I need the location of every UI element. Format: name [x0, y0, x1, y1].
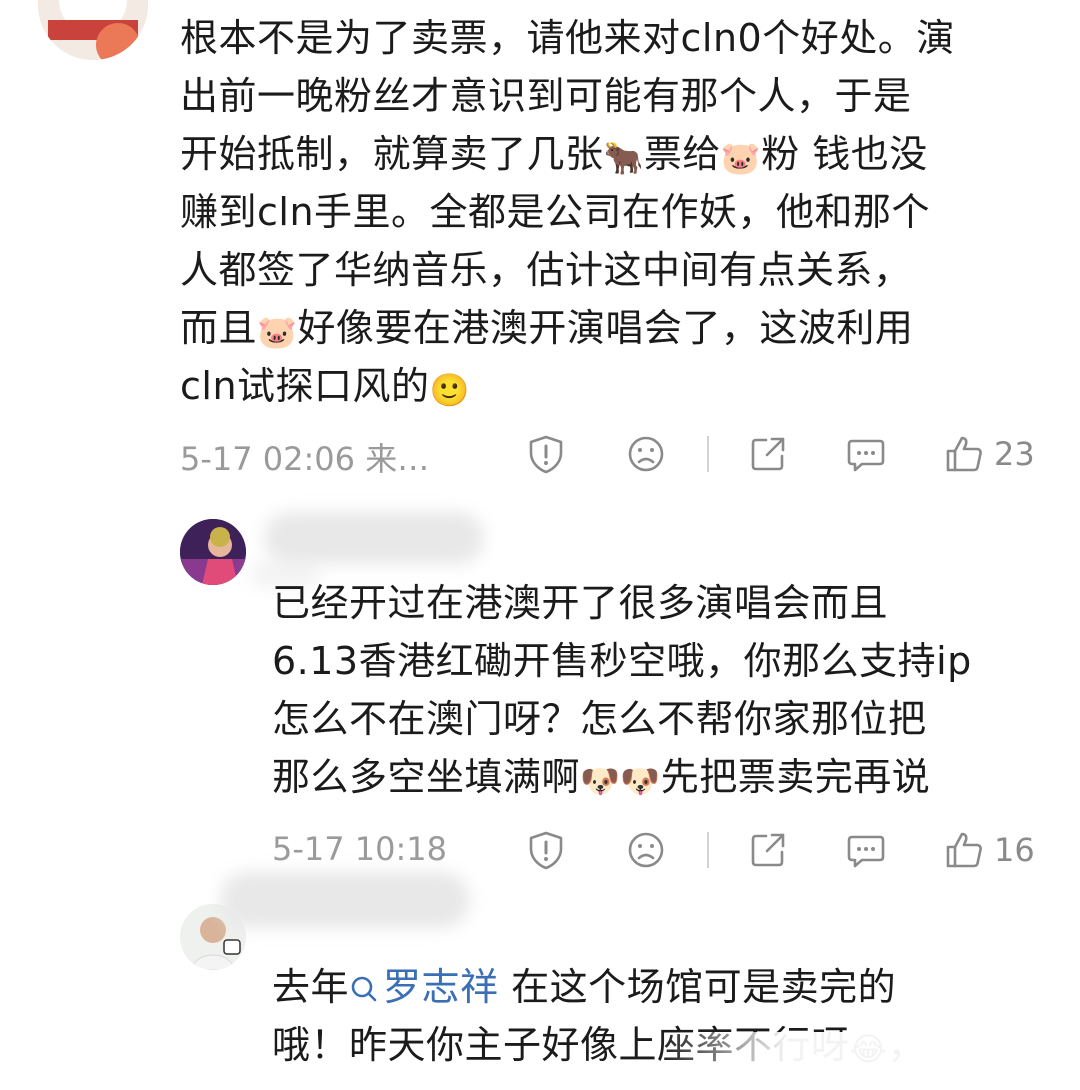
username-blurred[interactable]	[220, 872, 470, 928]
comment-line: 那么多空坐填满啊🐶🐶先把票卖完再说	[272, 748, 972, 806]
pig-emoji-icon: 🐷	[257, 313, 298, 351]
text-span: 而且	[180, 306, 258, 350]
reply-button[interactable]	[846, 432, 886, 476]
comment-bubble-icon	[847, 835, 885, 868]
share-button[interactable]	[748, 828, 788, 872]
shield-alert-icon	[529, 831, 563, 870]
comment-line: 出前一晚粉丝才意识到可能有那个人，于是	[180, 74, 912, 118]
ox-emoji-icon: 🐂	[603, 139, 644, 177]
comment-line: 怎么不在澳门呀？怎么不帮你家那位把	[272, 697, 927, 741]
avatar[interactable]	[38, 0, 148, 60]
share-button[interactable]	[748, 432, 788, 476]
comment-line: 人都签了华纳音乐，估计这中间有点关系，	[180, 248, 912, 292]
comment-line: 已经开过在港澳开了很多演唱会而且	[272, 581, 889, 625]
action-bar: 23	[0, 432, 1080, 476]
comment-line: 而且🐷好像要在港澳开演唱会了，这波利用	[180, 299, 955, 357]
thumbs-up-icon	[946, 436, 982, 472]
pig-emoji-icon: 🐷	[720, 139, 762, 177]
like-button[interactable]: 23	[944, 432, 1035, 476]
comment-body: 根本不是为了卖票，请他来对cln0个好处。演 出前一晚粉丝才意识到可能有那个人，…	[180, 9, 955, 415]
avatar-image	[180, 519, 246, 585]
text-span: 好像要在港澳开演唱会了，这波利用	[297, 306, 914, 350]
share-icon	[751, 437, 785, 471]
shield-alert-icon	[529, 435, 563, 474]
avatar[interactable]	[180, 519, 246, 585]
comment-line: cln试探口风的🙂	[180, 357, 955, 415]
mention-link[interactable]: 罗志祥	[349, 965, 499, 1009]
comment-bubble-icon	[847, 439, 885, 472]
avatar-image	[38, 0, 148, 60]
mention-text: 罗志祥	[383, 965, 499, 1009]
like-button[interactable]: 16	[944, 828, 1035, 872]
text-span: 开始抵制，就算卖了几张	[180, 132, 604, 176]
smile-emoji-icon: 🙂	[429, 371, 470, 409]
comment-line: 去年 罗志祥 在这个场馆可是卖完的	[272, 958, 926, 1016]
doge-emoji-icon: 🐶	[580, 762, 621, 800]
comment-line: 赚到cln手里。全都是公司在作妖，他和那个	[180, 190, 931, 234]
reply-button[interactable]	[846, 828, 886, 872]
text-span: 先把票卖完再说	[660, 755, 931, 799]
frown-face-icon	[628, 436, 664, 472]
like-count: 23	[994, 435, 1035, 473]
comment-line: 6.13香港红磡开售秒空哦，你那么支持ip	[272, 639, 972, 683]
doge-emoji-icon: 🐶	[620, 762, 661, 800]
search-icon	[351, 976, 377, 1002]
report-button[interactable]	[526, 432, 566, 476]
text-span: 粉 钱也没	[761, 132, 928, 176]
like-count: 16	[994, 831, 1035, 869]
text-span: 去年	[272, 965, 350, 1009]
dislike-button[interactable]	[626, 828, 666, 872]
dislike-button[interactable]	[626, 432, 666, 476]
thumbs-up-icon	[946, 832, 982, 868]
reply-body: 已经开过在港澳开了很多演唱会而且 6.13香港红磡开售秒空哦，你那么支持ip 怎…	[272, 574, 972, 806]
share-icon	[751, 833, 785, 867]
divider	[707, 436, 709, 472]
text-span: 在这个场馆可是卖完的	[511, 965, 897, 1009]
action-bar: 16	[0, 828, 1080, 872]
report-button[interactable]	[526, 828, 566, 872]
frown-face-icon	[628, 832, 664, 868]
comment-line: 开始抵制，就算卖了几张🐂票给🐷粉 钱也没	[180, 125, 955, 183]
comment-line: 根本不是为了卖票，请他来对cln0个好处。演	[180, 16, 955, 60]
divider	[707, 832, 709, 868]
text-span: 票给	[643, 132, 721, 176]
text-span: cln试探口风的	[180, 364, 430, 408]
watermark-overlay	[660, 1032, 1080, 1090]
username-blurred[interactable]	[264, 512, 484, 564]
text-span: 那么多空坐填满啊	[272, 755, 581, 799]
